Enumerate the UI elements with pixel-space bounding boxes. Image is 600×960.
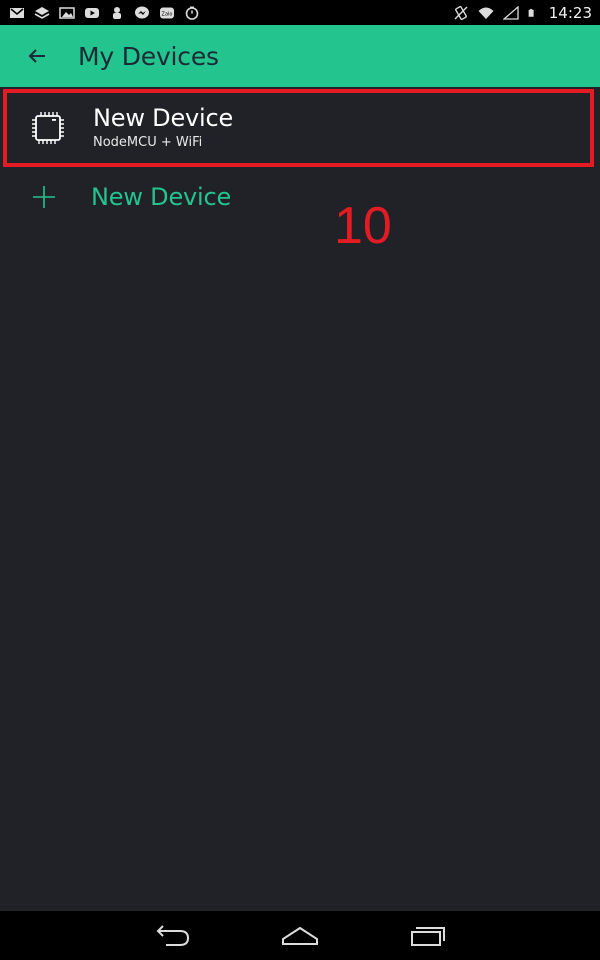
signal-icon bbox=[502, 5, 519, 20]
stack-icon bbox=[34, 6, 50, 19]
battery-icon bbox=[528, 8, 534, 17]
step-annotation: 10 bbox=[334, 197, 392, 255]
back-nav-icon[interactable] bbox=[152, 921, 192, 949]
chip-icon bbox=[32, 112, 64, 144]
add-device-button[interactable]: New Device bbox=[32, 178, 231, 216]
add-device-label: New Device bbox=[91, 183, 232, 211]
home-nav-icon[interactable] bbox=[280, 921, 320, 949]
clock: 14:23 bbox=[548, 3, 592, 22]
image-icon bbox=[59, 6, 75, 19]
wifi-icon bbox=[478, 7, 494, 19]
vibrate-icon bbox=[454, 5, 468, 20]
zalo-icon: Zalo bbox=[160, 7, 174, 18]
timer-icon bbox=[185, 6, 199, 20]
device-list-item[interactable]: New Device NodeMCU + WiFi bbox=[3, 89, 594, 167]
svg-text:Zalo: Zalo bbox=[162, 11, 173, 17]
notification-icons: Zalo bbox=[9, 6, 200, 20]
page-title: My Devices bbox=[78, 41, 219, 71]
app-bar: My Devices bbox=[0, 25, 600, 87]
youtube-icon bbox=[85, 7, 99, 18]
plus-icon bbox=[33, 186, 55, 208]
status-bar: Zalo 14:23 bbox=[0, 0, 600, 25]
messenger-icon bbox=[135, 6, 149, 18]
recents-nav-icon[interactable] bbox=[408, 921, 448, 949]
device-texts: New Device NodeMCU + WiFi bbox=[93, 104, 233, 153]
arrow-back-icon bbox=[28, 49, 45, 63]
mail-icon bbox=[10, 7, 24, 18]
cook-icon bbox=[113, 6, 121, 19]
system-icons: 14:23 bbox=[453, 4, 592, 22]
navigation-bar bbox=[0, 911, 600, 960]
device-subtitle: NodeMCU + WiFi bbox=[93, 134, 203, 150]
device-name: New Device bbox=[93, 103, 234, 132]
back-button[interactable] bbox=[22, 41, 52, 71]
